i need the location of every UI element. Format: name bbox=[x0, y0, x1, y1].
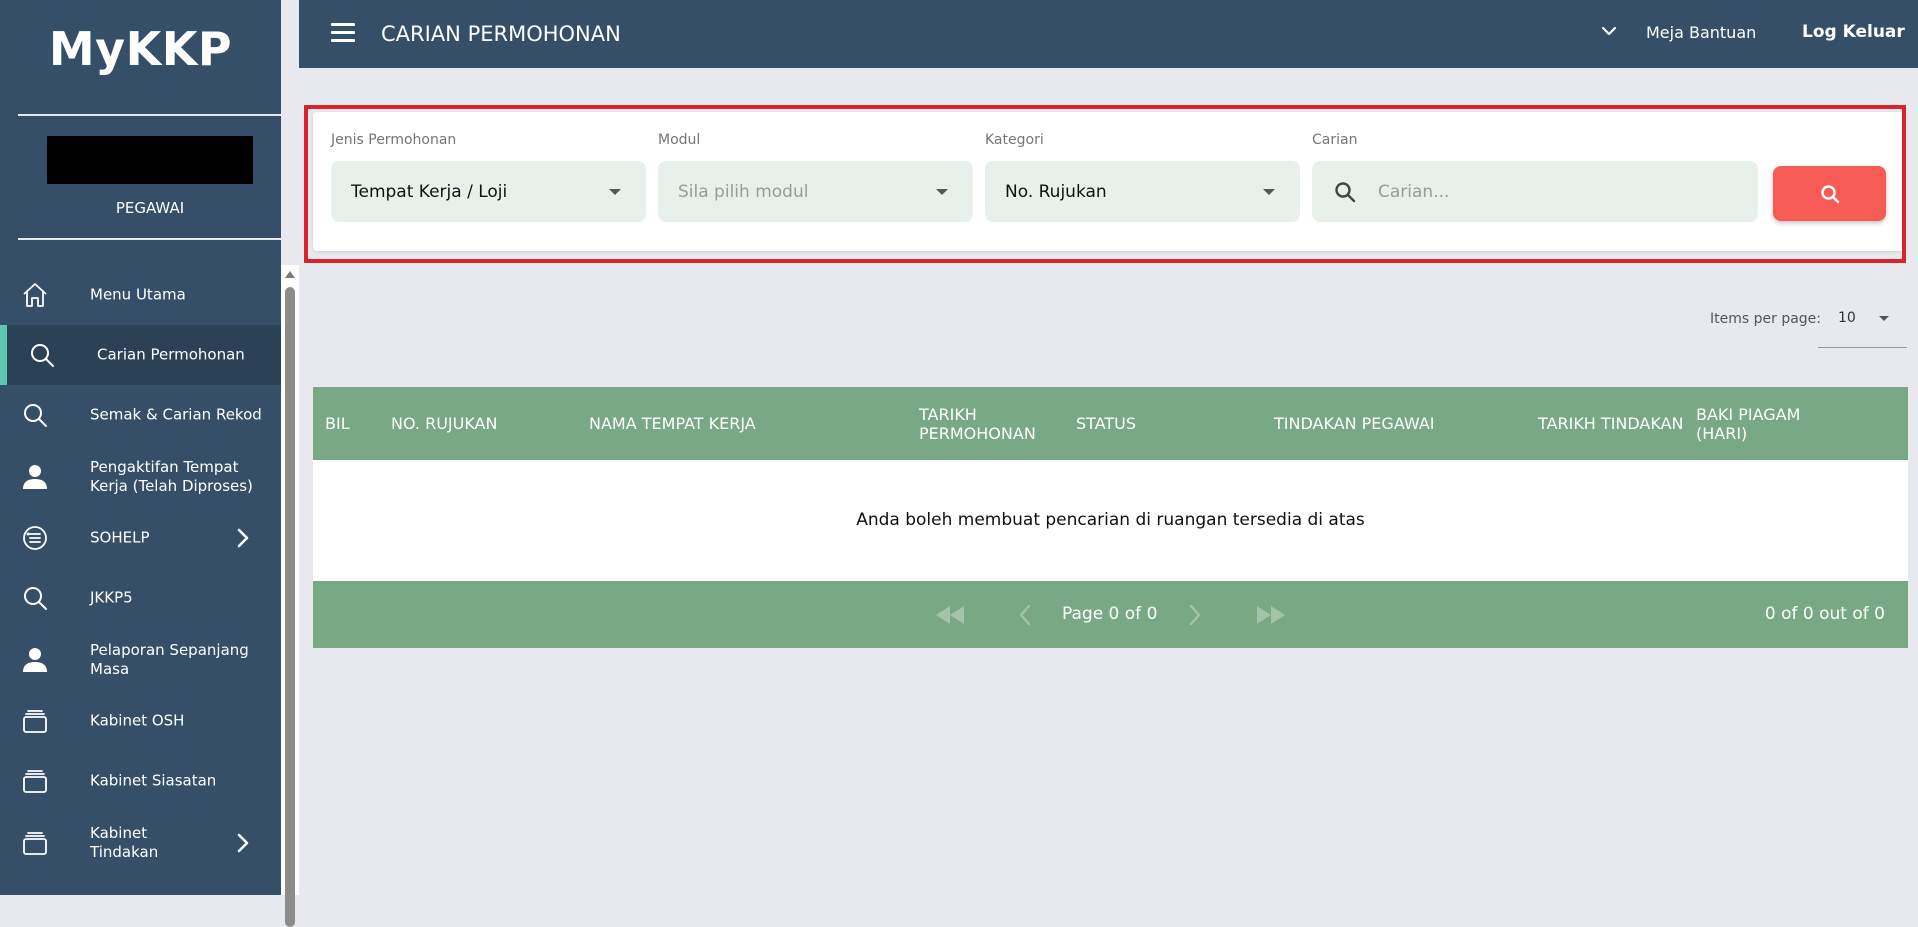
column-header-bil[interactable]: BIL bbox=[325, 387, 350, 460]
sidebar-scrollbar[interactable] bbox=[281, 265, 299, 927]
dropdown-caret-icon bbox=[1263, 189, 1275, 195]
sidebar-item-sohelp[interactable]: SOHELP bbox=[0, 508, 281, 568]
table-paginator: Page 0 of 0 0 of 0 out of 0 bbox=[313, 581, 1908, 648]
column-header-no-rujukan[interactable]: NO. RUJUKAN bbox=[391, 387, 497, 460]
divider bbox=[18, 238, 281, 240]
modul-select[interactable]: Sila pilih modul bbox=[658, 161, 973, 222]
sidebar-item-label: Pengaktifan Tempat Kerja (Telah Diproses… bbox=[90, 457, 253, 495]
jenis-permohonan-label: Jenis Permohonan bbox=[331, 132, 457, 148]
search-icon bbox=[1821, 185, 1840, 204]
search-icon bbox=[20, 583, 50, 613]
chevron-down-icon[interactable] bbox=[1600, 22, 1618, 40]
search-icon bbox=[1333, 180, 1357, 204]
next-page-icon[interactable] bbox=[1187, 603, 1203, 627]
column-header-tindakan-pegawai[interactable]: TINDAKAN PEGAWAI bbox=[1274, 387, 1435, 460]
sidebar-item-kabinet-siasatan[interactable]: Kabinet Siasatan bbox=[0, 751, 281, 811]
column-header-tarikh-permohonan[interactable]: TARIKH PERMOHONAN bbox=[919, 387, 1049, 460]
column-header-status[interactable]: STATUS bbox=[1076, 387, 1136, 460]
sidebar-item-label: Kabinet OSH bbox=[90, 711, 185, 730]
jenis-permohonan-select[interactable]: Tempat Kerja / Loji bbox=[331, 161, 646, 222]
sidebar-item-label: Semak & Carian Rekod bbox=[90, 405, 262, 424]
cabinet-icon bbox=[20, 766, 50, 796]
column-header-tarikh-tindakan[interactable]: TARIKH TINDAKAN bbox=[1538, 387, 1684, 460]
search-button[interactable] bbox=[1773, 166, 1886, 221]
cabinet-icon bbox=[20, 828, 50, 858]
logout-link[interactable]: Log Keluar bbox=[1802, 22, 1905, 42]
sidebar: MyKKP PEGAWAI Menu Utama Carian Permohon… bbox=[0, 0, 281, 895]
search-icon bbox=[27, 340, 57, 370]
jenis-permohonan-value: Tempat Kerja / Loji bbox=[351, 182, 508, 202]
app-logo[interactable]: MyKKP bbox=[0, 22, 281, 76]
modul-label: Modul bbox=[658, 132, 701, 148]
user-role: PEGAWAI bbox=[115, 199, 185, 217]
kategori-label: Kategori bbox=[985, 132, 1044, 148]
sidebar-item-label: Menu Utama bbox=[90, 285, 186, 304]
sidebar-item-carian-permohonan[interactable]: Carian Permohonan bbox=[0, 325, 281, 385]
sidebar-item-label: JKKP5 bbox=[90, 588, 133, 607]
sidebar-item-label: Kabinet Tindakan bbox=[90, 824, 159, 861]
dropdown-caret-icon bbox=[936, 189, 948, 195]
divider bbox=[18, 114, 281, 116]
person-icon bbox=[20, 462, 50, 492]
column-header-nama-tempat-kerja[interactable]: NAMA TEMPAT KERJA bbox=[589, 387, 756, 460]
sidebar-item-label: Kabinet Siasatan bbox=[90, 771, 217, 790]
scrollbar-thumb[interactable] bbox=[285, 287, 295, 927]
menu-toggle-icon[interactable] bbox=[331, 23, 355, 43]
page-title: CARIAN PERMOHONAN bbox=[381, 22, 621, 46]
scroll-up-icon[interactable] bbox=[285, 271, 295, 278]
sidebar-item-label: Pelaporan Sepanjang Masa bbox=[90, 640, 249, 678]
first-page-icon[interactable] bbox=[933, 603, 967, 627]
sidebar-item-semak-carian-rekod[interactable]: Semak & Carian Rekod bbox=[0, 385, 281, 445]
last-page-icon[interactable] bbox=[1254, 603, 1288, 627]
chevron-right-icon bbox=[235, 527, 251, 549]
empty-state-message: Anda boleh membuat pencarian di ruangan … bbox=[856, 510, 1365, 530]
kategori-select[interactable]: No. Rujukan bbox=[985, 161, 1300, 222]
top-bar: CARIAN PERMOHONAN Meja Bantuan Log Kelua… bbox=[299, 0, 1918, 68]
sidebar-item-jkkp5[interactable]: JKKP5 bbox=[0, 568, 281, 628]
help-desk-link[interactable]: Meja Bantuan bbox=[1646, 23, 1756, 42]
carian-field[interactable] bbox=[1312, 161, 1758, 222]
previous-page-icon[interactable] bbox=[1017, 603, 1033, 627]
search-input[interactable] bbox=[1378, 175, 1738, 209]
page-indicator: Page 0 of 0 bbox=[1062, 604, 1158, 624]
range-indicator: 0 of 0 out of 0 bbox=[1764, 604, 1885, 624]
sidebar-item-menu-utama[interactable]: Menu Utama bbox=[0, 265, 281, 325]
table-body: Anda boleh membuat pencarian di ruangan … bbox=[313, 460, 1908, 581]
sidebar-item-kabinet-tindakan[interactable]: Kabinet Tindakan bbox=[0, 811, 281, 875]
user-name-redacted bbox=[47, 136, 253, 184]
sidebar-menu: Menu Utama Carian Permohonan Semak & Car… bbox=[0, 265, 281, 875]
search-icon bbox=[20, 400, 50, 430]
sidebar-item-pengaktifan-tempat-kerja[interactable]: Pengaktifan Tempat Kerja (Telah Diproses… bbox=[0, 445, 281, 508]
sidebar-item-pelaporan-sepanjang-masa[interactable]: Pelaporan Sepanjang Masa bbox=[0, 628, 281, 691]
column-header-baki-piagam[interactable]: BAKI PIAGAM (HARI) bbox=[1696, 387, 1826, 460]
cabinet-icon bbox=[20, 706, 50, 736]
sidebar-item-kabinet-osh[interactable]: Kabinet OSH bbox=[0, 691, 281, 751]
items-per-page-select[interactable]: 10 bbox=[1818, 300, 1907, 348]
home-icon bbox=[20, 280, 50, 310]
table-header: BIL NO. RUJUKAN NAMA TEMPAT KERJA TARIKH… bbox=[313, 387, 1908, 460]
dropdown-caret-icon bbox=[1879, 316, 1889, 321]
person-icon bbox=[20, 645, 50, 675]
dropdown-caret-icon bbox=[609, 189, 621, 195]
modul-placeholder: Sila pilih modul bbox=[678, 182, 809, 202]
sidebar-item-label: Carian Permohonan bbox=[97, 345, 245, 364]
chevron-right-icon bbox=[235, 832, 251, 854]
carian-label: Carian bbox=[1312, 132, 1358, 148]
items-per-page-value: 10 bbox=[1838, 310, 1856, 326]
kategori-value: No. Rujukan bbox=[1005, 182, 1107, 202]
items-per-page-label: Items per page: bbox=[1710, 311, 1822, 327]
list-icon bbox=[20, 523, 50, 553]
